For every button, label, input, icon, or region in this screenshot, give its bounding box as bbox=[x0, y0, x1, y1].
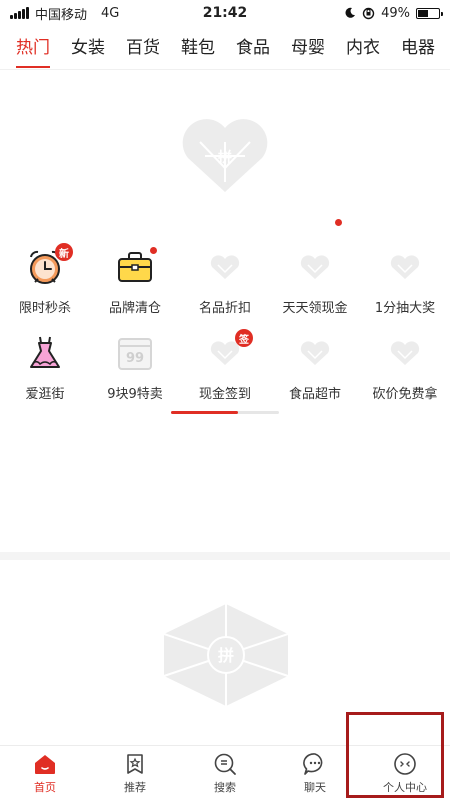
grid-item-shopping-street[interactable]: 爱逛街 bbox=[0, 329, 90, 415]
nav-item-recommend[interactable]: 推荐 bbox=[90, 746, 180, 800]
tab-general[interactable]: 百货 bbox=[126, 26, 160, 69]
orientation-lock-icon bbox=[362, 7, 375, 19]
nav-item-search[interactable]: 搜索 bbox=[180, 746, 270, 800]
content-placeholder-logo-icon: 拼 bbox=[163, 604, 289, 706]
grid-scroll-indicator bbox=[171, 411, 279, 414]
calendar-99-icon: 99 bbox=[115, 333, 155, 373]
nav-item-chat[interactable]: 聊天 bbox=[270, 746, 360, 800]
grid-item-label: 砍价免费拿 bbox=[372, 387, 438, 402]
banner-placeholder-logo-icon: 拼 bbox=[182, 119, 268, 192]
moon-icon bbox=[345, 7, 356, 18]
grid-item-label: 限时秒杀 bbox=[18, 301, 71, 316]
placeholder-heart-icon bbox=[385, 333, 425, 373]
feature-grid-row: 爱逛街 99 9块9特卖 签 现金签到 食品超市 砍价免费拿 bbox=[0, 329, 450, 415]
tab-hot[interactable]: 热门 bbox=[16, 26, 50, 69]
feature-grid: 新 限时秒杀 品牌清仓 名品折扣 天天领现金 1分抽大奖 爱逛街 99 9块9特… bbox=[0, 243, 450, 415]
grid-item-brand-clearance[interactable]: 品牌清仓 bbox=[90, 243, 180, 329]
nav-label: 聊天 bbox=[304, 781, 326, 794]
category-tabs: 热门 女装 百货 鞋包 食品 母婴 内衣 电器 bbox=[0, 26, 450, 70]
nav-item-profile[interactable]: 个人中心 bbox=[360, 746, 450, 800]
grid-item-bargain-free[interactable]: 砍价免费拿 bbox=[360, 329, 450, 415]
placeholder-heart-icon: 签 bbox=[205, 329, 253, 373]
battery-icon bbox=[416, 7, 443, 19]
search-icon bbox=[212, 751, 238, 777]
section-divider bbox=[0, 552, 450, 560]
carrier-name: 中国移动 bbox=[35, 7, 88, 23]
home-icon bbox=[32, 751, 58, 777]
banner-indicator-dot bbox=[335, 219, 342, 226]
grid-item-label: 天天领现金 bbox=[282, 301, 348, 316]
placeholder-heart-icon bbox=[295, 247, 335, 287]
nav-label: 推荐 bbox=[124, 781, 146, 794]
briefcase-icon bbox=[115, 247, 157, 287]
grid-item-daily-cash[interactable]: 天天领现金 bbox=[270, 243, 360, 329]
placeholder-heart-icon bbox=[385, 247, 425, 287]
calendar-99-text: 99 bbox=[126, 351, 144, 366]
grid-item-label: 食品超市 bbox=[288, 387, 341, 402]
grid-item-label: 1分抽大奖 bbox=[374, 301, 436, 316]
star-bookmark-icon bbox=[122, 751, 148, 777]
grid-scroll-indicator-fill bbox=[171, 411, 238, 414]
grid-item-brand-discount[interactable]: 名品折扣 bbox=[180, 243, 270, 329]
signal-icon bbox=[10, 7, 29, 19]
profile-face-icon bbox=[392, 751, 418, 777]
grid-item-label: 品牌清仓 bbox=[108, 301, 161, 316]
grid-item-flash-sale[interactable]: 新 限时秒杀 bbox=[0, 243, 90, 329]
chat-bubble-icon bbox=[302, 751, 328, 777]
svg-text:拼: 拼 bbox=[218, 149, 232, 166]
grid-item-99-sale[interactable]: 99 9块9特卖 bbox=[90, 329, 180, 415]
alarm-clock-icon: 新 bbox=[25, 243, 73, 287]
nav-item-home[interactable]: 首页 bbox=[0, 746, 90, 800]
status-right: 49% bbox=[344, 5, 443, 21]
grid-item-label: 现金签到 bbox=[198, 387, 251, 402]
dress-icon bbox=[25, 333, 65, 373]
tab-shoes-bags[interactable]: 鞋包 bbox=[181, 26, 215, 69]
tab-women[interactable]: 女装 bbox=[71, 26, 105, 69]
placeholder-heart-icon bbox=[295, 333, 335, 373]
bottom-nav: 首页 推荐 搜索 聊天 个人中心 bbox=[0, 745, 450, 800]
placeholder-heart-icon bbox=[205, 247, 245, 287]
grid-item-label: 9块9特卖 bbox=[107, 387, 163, 402]
tab-food[interactable]: 食品 bbox=[236, 26, 270, 69]
status-left: 中国移动 4G bbox=[10, 4, 119, 23]
network-type: 4G bbox=[101, 5, 120, 21]
battery-fill bbox=[418, 9, 428, 17]
tab-electronics[interactable]: 电器 bbox=[401, 26, 435, 69]
battery-percent: 49% bbox=[381, 5, 410, 21]
tab-underwear[interactable]: 内衣 bbox=[346, 26, 380, 69]
nav-label: 搜索 bbox=[214, 781, 236, 794]
svg-text:拼: 拼 bbox=[218, 646, 234, 665]
tab-baby[interactable]: 母婴 bbox=[291, 26, 325, 69]
status-bar: 中国移动 4G 21:42 49% bbox=[0, 0, 450, 26]
nav-label: 个人中心 bbox=[383, 781, 427, 794]
grid-item-label: 爱逛街 bbox=[25, 387, 65, 402]
new-badge: 新 bbox=[55, 243, 73, 261]
grid-item-cash-checkin[interactable]: 签 现金签到 bbox=[180, 329, 270, 415]
grid-item-lucky-draw[interactable]: 1分抽大奖 bbox=[360, 243, 450, 329]
notification-dot bbox=[150, 247, 157, 254]
grid-item-label: 名品折扣 bbox=[198, 301, 251, 316]
checkin-badge: 签 bbox=[235, 329, 253, 347]
feature-grid-row: 新 限时秒杀 品牌清仓 名品折扣 天天领现金 1分抽大奖 bbox=[0, 243, 450, 329]
nav-label: 首页 bbox=[34, 781, 56, 794]
grid-item-food-market[interactable]: 食品超市 bbox=[270, 329, 360, 415]
